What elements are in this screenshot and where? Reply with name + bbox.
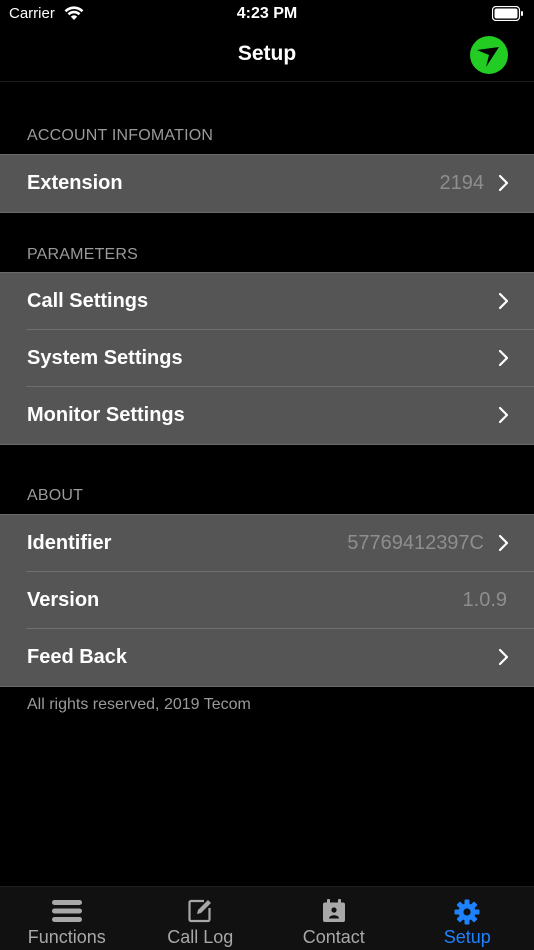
about-group: Identifier 57769412397C Version 1.0.9 Fe… (0, 514, 534, 687)
edit-icon (188, 899, 212, 923)
tecom-logo-icon (470, 36, 508, 74)
version-value: 1.0.9 (462, 589, 507, 611)
monitor-settings-label: Monitor Settings (27, 404, 185, 426)
feedback-row[interactable]: Feed Back (0, 628, 534, 686)
version-label: Version (27, 589, 100, 611)
extension-value: 2194 (439, 172, 485, 194)
extension-row[interactable]: Extension 2194 (0, 155, 534, 212)
tab-contact[interactable]: Contact (267, 887, 401, 950)
chevron-right-icon (498, 534, 509, 552)
call-settings-row[interactable]: Call Settings (0, 273, 534, 330)
chevron-right-icon (498, 292, 509, 310)
feedback-label: Feed Back (27, 646, 128, 668)
battery-icon (492, 6, 523, 21)
status-time: 4:23 PM (236, 5, 298, 22)
identifier-value: 57769412397C (347, 532, 484, 554)
status-bar: Carrier 4:23 PM (0, 0, 534, 30)
tab-functions-label: Functions (27, 927, 106, 947)
extension-label: Extension (27, 172, 123, 194)
tab-setup-label: Setup (443, 927, 491, 947)
chevron-right-icon (498, 349, 509, 367)
gear-icon (454, 899, 480, 925)
tab-call-log-label: Call Log (167, 927, 234, 947)
menu-icon (51, 900, 82, 922)
chevron-right-icon (498, 174, 509, 192)
contact-icon (322, 899, 345, 922)
identifier-row[interactable]: Identifier 57769412397C (0, 515, 534, 572)
tab-setup[interactable]: Setup (401, 887, 534, 950)
parameters-group: Call Settings System Settings Monitor Se… (0, 272, 534, 445)
tab-functions[interactable]: Functions (0, 887, 134, 950)
section-header-account: ACCOUNT INFOMATION (27, 127, 214, 144)
page-title: Setup (237, 42, 297, 65)
section-header-parameters: PARAMETERS (27, 246, 139, 263)
chevron-right-icon (498, 406, 509, 424)
monitor-settings-row[interactable]: Monitor Settings (0, 386, 534, 444)
tab-call-log[interactable]: Call Log (134, 887, 268, 950)
version-row: Version 1.0.9 (0, 571, 534, 629)
tab-contact-label: Contact (302, 927, 365, 947)
system-settings-label: System Settings (27, 347, 183, 369)
chevron-right-icon (498, 648, 509, 666)
call-settings-label: Call Settings (27, 290, 149, 312)
identifier-label: Identifier (27, 532, 112, 554)
nav-bar: Setup (0, 30, 534, 82)
account-group: Extension 2194 (0, 154, 534, 213)
tab-bar: Functions Call Log Contact Setup (0, 886, 534, 950)
system-settings-row[interactable]: System Settings (0, 329, 534, 387)
section-header-about: ABOUT (27, 487, 84, 504)
copyright-text: All rights reserved, 2019 Tecom (27, 696, 251, 713)
